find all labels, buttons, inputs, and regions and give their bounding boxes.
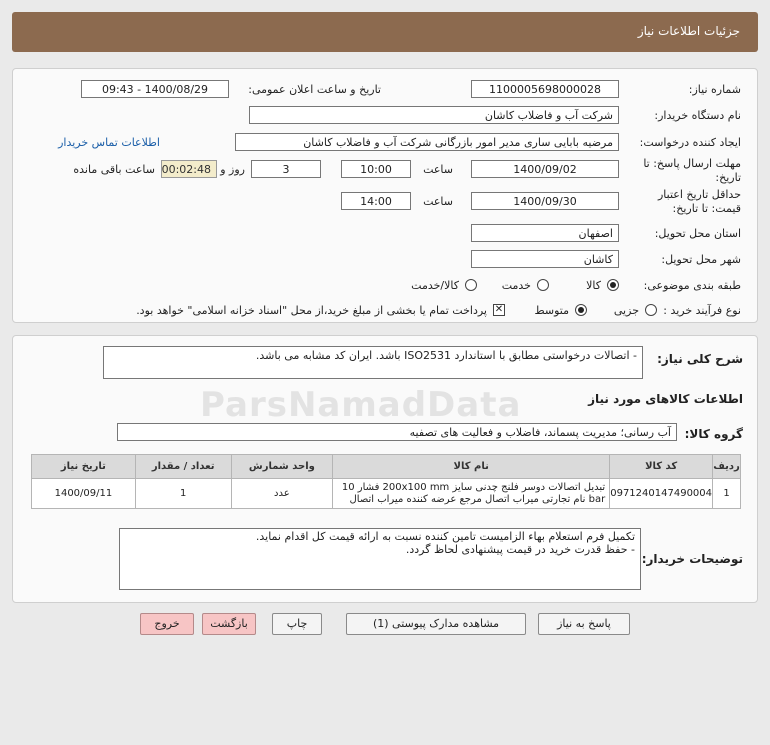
treasury-checkbox[interactable]: ✕ [493,304,505,316]
deadline-time-field: 10:00 [341,160,411,178]
goods-panel: شرح کلی نیاز: - اتصالات درخواستی مطابق ب… [12,335,758,603]
back-button[interactable]: بازگشت [202,613,256,635]
goods-table-header: ردیف کد کالا نام کالا واحد شمارش تعداد /… [31,454,741,479]
payment-note: پرداخت تمام یا بخشی از مبلغ خرید،از محل … [136,304,487,317]
view-attachments-button[interactable]: مشاهده مدارک پیوستی (1) [346,613,526,635]
page-header: جزئیات اطلاعات نیاز [12,12,758,52]
goods-table: ردیف کد کالا نام کالا واحد شمارش تعداد /… [31,454,741,509]
validity-date-field: 1400/09/30 [471,192,619,210]
cell-name-line1: تبدیل اتصالات دوسر فلنج چدنی سایز 200x10… [341,481,606,493]
cell-index: 1 [712,478,741,509]
details-panel: شماره نیاز: 1100005698000028 تاریخ و ساع… [12,68,758,323]
print-button[interactable]: چاپ [272,613,322,635]
days-label: روز و [220,163,245,176]
notes-field: تکمیل فرم استعلام بهاء الزامیست تامین کن… [119,528,641,590]
col-name: نام کالا [332,454,611,479]
province-field: اصفهان [471,224,619,242]
category-option-both: کالا/خدمت [411,279,459,292]
goods-group-field: آب رسانی؛ مدیریت پسماند، فاضلاب و فعالیت… [117,423,677,441]
city-field: کاشان [471,250,619,268]
col-date: تاریخ نیاز [31,454,136,479]
col-code: کد کالا [609,454,714,479]
table-row: 1 0971240147490004 تبدیل اتصالات دوسر فل… [31,478,741,509]
remaining-label: ساعت باقی مانده [73,163,155,176]
cell-unit: عدد [230,478,334,509]
buyer-org-field: شرکت آب و فاضلاب کاشان [249,106,619,124]
category-option-goods: کالا [586,279,601,292]
exit-button[interactable]: خروج [140,613,194,635]
cell-code: 0971240147490004 [609,478,714,509]
buyer-contact-link[interactable]: اطلاعات تماس خریدار [58,136,160,149]
col-index: ردیف [712,454,741,479]
deadline-date-field: 1400/09/02 [471,160,619,178]
validity-time-field: 14:00 [341,192,411,210]
province-label: استان محل تحویل: [654,227,741,240]
announce-label: تاریخ و ساعت اعلان عمومی: [248,83,381,96]
process-option-medium: متوسط [534,304,569,317]
deadline-label-date: تاریخ: [715,171,741,184]
validity-label-date: قیمت: تا تاریخ: [672,202,741,215]
category-radio-service[interactable] [537,279,549,291]
cell-qty: 1 [134,478,232,509]
deadline-time-label: ساعت [423,163,453,176]
category-label: طبقه بندی موضوعی: [643,279,741,292]
goods-section-title: اطلاعات کالاهای مورد نیاز [588,392,743,406]
col-unit: واحد شمارش [230,454,334,479]
cell-name: تبدیل اتصالات دوسر فلنج چدنی سایز 200x10… [332,478,611,509]
validity-label: حداقل تاریخ اعتبار [657,188,741,201]
need-number-field: 1100005698000028 [471,80,619,98]
process-option-minor: جزیی [613,304,639,317]
validity-time-label: ساعت [423,195,453,208]
city-label: شهر محل تحویل: [661,253,741,266]
process-label: نوع فرآیند خرید : [663,304,741,317]
process-radio-medium[interactable] [575,304,587,316]
days-field: 3 [251,160,321,178]
requester-label: ایجاد کننده درخواست: [639,136,741,149]
remaining-time-field: 00:02:48 [161,160,217,178]
category-radio-goods[interactable] [607,279,619,291]
notes-label: توضیحات خریدار: [641,552,743,566]
category-radio-both[interactable] [465,279,477,291]
requester-field: مرضیه بابایی ساری مدیر امور بازرگانی شرک… [235,133,619,151]
cell-name-line2: bar نام تجارتی میراب اتصال مرجع عرضه کنن… [349,493,606,505]
col-qty: تعداد / مقدار [134,454,232,479]
notes-line-2: - حفظ قدرت خرید در قیمت پیشنهادی لحاظ گر… [405,543,635,556]
need-number-label: شماره نیاز: [688,83,741,96]
deadline-label: مهلت ارسال پاسخ: تا [643,157,741,170]
buyer-org-label: نام دستگاه خریدار: [654,109,741,122]
cell-date: 1400/09/11 [31,478,136,509]
page-title: جزئیات اطلاعات نیاز [637,24,740,38]
category-option-service: خدمت [501,279,531,292]
announce-field: 1400/08/29 - 09:43 [81,80,229,98]
reply-button[interactable]: پاسخ به نیاز [538,613,630,635]
process-radio-minor[interactable] [645,304,657,316]
description-label: شرح کلی نیاز: [657,352,743,366]
notes-line-1: تکمیل فرم استعلام بهاء الزامیست تامین کن… [255,530,635,543]
description-field: - اتصالات درخواستی مطابق با استاندارد IS… [103,346,643,379]
goods-group-label: گروه کالا: [684,427,743,441]
watermark: ParsNamadData [200,385,522,425]
